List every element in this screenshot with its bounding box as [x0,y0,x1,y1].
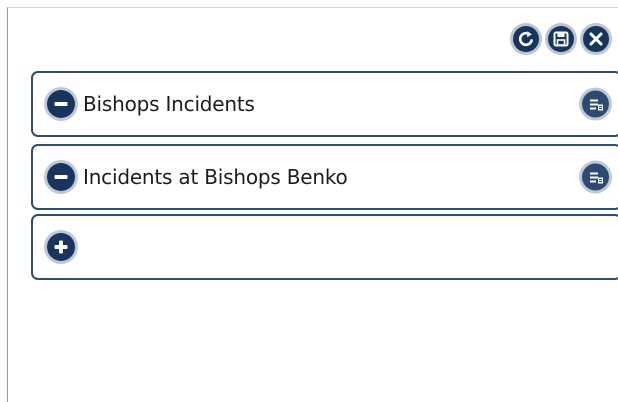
query-label: Bishops Incidents [83,92,255,116]
add-query-row[interactable] [31,214,618,280]
minus-icon [47,163,75,191]
save-icon [548,26,574,52]
query-label: Incidents at Bishops Benko [83,165,348,189]
close-icon [583,26,609,52]
remove-query-button[interactable] [44,160,78,194]
query-row[interactable]: Incidents at Bishops Benko [31,144,618,210]
save-button[interactable] [545,23,577,55]
panel-toolbar [510,23,612,55]
query-details-button[interactable] [579,87,612,121]
list-icon [582,163,609,191]
query-details-button[interactable] [579,160,612,194]
query-row[interactable]: Bishops Incidents [31,71,618,137]
minus-icon [47,90,75,118]
refresh-button[interactable] [510,23,542,55]
add-query-button[interactable] [44,230,78,264]
close-button[interactable] [580,23,612,55]
plus-icon [47,233,75,261]
refresh-icon [513,26,539,52]
query-panel: Bishops Incidents Incidents at Bishops B… [7,7,618,402]
remove-query-button[interactable] [44,87,78,121]
list-icon [582,90,609,118]
